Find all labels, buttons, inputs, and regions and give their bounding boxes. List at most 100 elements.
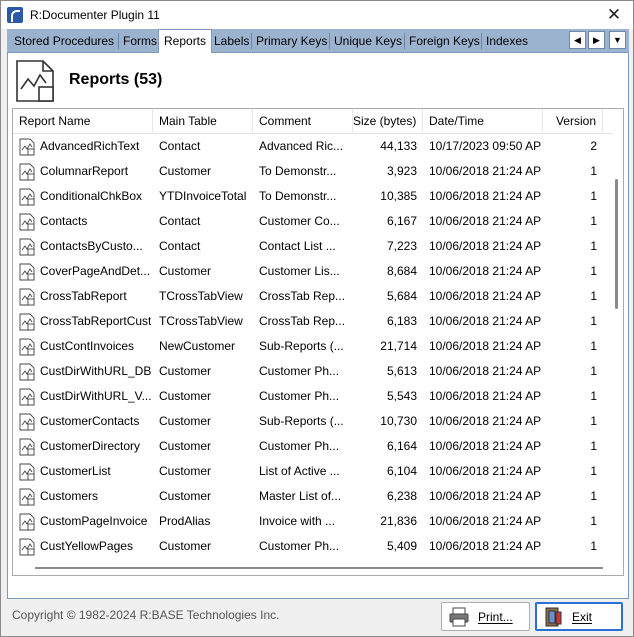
table-row[interactable]: CustomerList Customer List of Active ... 6,…	[13, 459, 613, 484]
column-header-size[interactable]: Size (bytes)	[353, 109, 423, 134]
tab-foreign-keys[interactable]: Foreign Keys	[404, 31, 485, 52]
cell-main-table: Customer	[159, 364, 212, 378]
table-row[interactable]: ContactsByCusto... Contact Contact List ..…	[13, 234, 613, 259]
section-title: Reports (53)	[69, 71, 163, 88]
cell-comment: Invoice with ...	[259, 514, 336, 528]
cell-report-name: CustomerList	[40, 464, 111, 478]
table-row[interactable]: CustomerDirectory Customer Customer Ph... 6…	[13, 434, 613, 459]
cell-date-time: 10/06/2018 21:24 AP	[429, 164, 542, 178]
report-chart-icon	[16, 60, 54, 102]
tab-indexes[interactable]: Indexes	[481, 31, 533, 52]
table-row[interactable]: ColumnarReport Customer To Demonstr... 3,92…	[13, 159, 613, 184]
cell-size: 3,923	[386, 164, 417, 178]
cell-version: 1	[590, 164, 597, 178]
cell-comment: To Demonstr...	[259, 164, 337, 178]
cell-main-table: TCrossTabView	[159, 289, 243, 303]
exit-button[interactable]: Exit	[535, 602, 623, 631]
report-chart-icon	[19, 213, 35, 231]
vertical-scrollbar-thumb[interactable]	[615, 179, 618, 309]
cell-comment: Sub-Reports (...	[259, 414, 344, 428]
cell-report-name: CustomerContacts	[40, 414, 140, 428]
window-title: R:Documenter Plugin 11	[30, 8, 160, 22]
cell-report-name: CustomerDirectory	[40, 439, 141, 453]
table-row[interactable]: CustDirWithURL_DB Customer Customer Ph... 5…	[13, 359, 613, 384]
cell-comment: CrossTab Rep...	[259, 289, 346, 303]
cell-date-time: 10/06/2018 21:24 AP	[429, 414, 542, 428]
cell-version: 2	[590, 139, 597, 153]
cell-main-table: Customer	[159, 414, 212, 428]
table-row[interactable]: ConditionalChkBox YTDInvoiceTotal To Demon…	[13, 184, 613, 209]
cell-comment: Customer Co...	[259, 214, 340, 228]
cell-size: 21,836	[380, 514, 417, 528]
table-row[interactable]: CustomPageInvoice ProdAlias Invoice with .…	[13, 509, 613, 534]
tab-stored-procedures[interactable]: Stored Procedures	[9, 31, 119, 52]
table-row[interactable]: CustYellowPages Customer Customer Ph... 5,4…	[13, 534, 613, 559]
report-chart-icon	[19, 488, 35, 506]
main-window: R:Documenter Plugin 11 ✕ Stored Procedur…	[0, 0, 634, 637]
table-row[interactable]: CrossTabReportCust TCrossTabView CrossTab …	[13, 309, 613, 334]
cell-size: 6,167	[386, 214, 417, 228]
cell-comment: CrossTab Rep...	[259, 314, 346, 328]
cell-report-name: CrossTabReport	[40, 289, 127, 303]
tab-labels[interactable]: Labels	[209, 31, 254, 52]
column-header-main-table[interactable]: Main Table	[153, 109, 253, 134]
tab-unique-keys[interactable]: Unique Keys	[329, 31, 407, 52]
cell-report-name: ContactsByCusto...	[40, 239, 143, 253]
reports-grid[interactable]: Report Name Main Table Comment Size (byt…	[12, 108, 624, 576]
cell-main-table: TCrossTabView	[159, 314, 243, 328]
cell-version: 1	[590, 264, 597, 278]
cell-comment: Sub-Reports (...	[259, 339, 344, 353]
report-chart-icon	[19, 238, 35, 256]
tab-primary-keys[interactable]: Primary Keys	[251, 31, 332, 52]
table-row[interactable]: Contacts Contact Customer Co... 6,167 10/06/…	[13, 209, 613, 234]
cell-main-table: Customer	[159, 539, 212, 553]
cell-report-name: CustDirWithURL_V...	[40, 389, 151, 403]
cell-main-table: Contact	[159, 239, 201, 253]
table-row[interactable]: CustContInvoices NewCustomer Sub-Reports (…	[13, 334, 613, 359]
table-row[interactable]: Customers Customer Master List of... 6,238 1…	[13, 484, 613, 509]
cell-date-time: 10/06/2018 21:24 AP	[429, 214, 542, 228]
cell-size: 10,385	[380, 189, 417, 203]
report-chart-icon	[19, 463, 35, 481]
horizontal-scrollbar-thumb[interactable]	[35, 567, 603, 569]
column-header-report-name[interactable]: Report Name	[13, 109, 153, 134]
close-button[interactable]: ✕	[605, 6, 623, 24]
table-row[interactable]: AdvancedRichText Contact Advanced Ric... 44…	[13, 134, 613, 159]
print-button[interactable]: Print...	[441, 602, 530, 631]
column-header-version[interactable]: Version	[543, 109, 603, 134]
tab-scroll-left-button[interactable]: ◀	[569, 31, 586, 49]
cell-comment: To Demonstr...	[259, 189, 337, 203]
report-chart-icon	[19, 288, 35, 306]
tab-scroll-right-button[interactable]: ▶	[588, 31, 605, 49]
tab-list-dropdown-button[interactable]: ▼	[609, 31, 626, 49]
table-row[interactable]: CrossTabReport TCrossTabView CrossTab Rep.…	[13, 284, 613, 309]
cell-comment: Advanced Ric...	[259, 139, 344, 153]
cell-size: 6,238	[386, 489, 417, 503]
cell-version: 1	[590, 514, 597, 528]
column-header-comment[interactable]: Comment	[253, 109, 353, 134]
cell-version: 1	[590, 239, 597, 253]
tab-reports[interactable]: Reports	[158, 29, 213, 53]
cell-main-table: Customer	[159, 264, 212, 278]
cell-size: 6,164	[386, 439, 417, 453]
cell-main-table: YTDInvoiceTotal	[159, 189, 247, 203]
cell-version: 1	[590, 414, 597, 428]
cell-report-name: CrossTabReportCust	[40, 314, 151, 328]
cell-main-table: Contact	[159, 214, 201, 228]
cell-size: 5,613	[386, 364, 417, 378]
report-chart-icon	[19, 138, 35, 156]
cell-comment: Customer Lis...	[259, 264, 340, 278]
table-row[interactable]: CustomerContacts Customer Sub-Reports (...…	[13, 409, 613, 434]
column-header-date-time[interactable]: Date/Time	[423, 109, 543, 134]
table-row[interactable]: CoverPageAndDet... Customer Customer Lis..…	[13, 259, 613, 284]
cell-date-time: 10/06/2018 21:24 AP	[429, 439, 542, 453]
cell-size: 5,543	[386, 389, 417, 403]
grid-header: Report Name Main Table Comment Size (byt…	[13, 109, 613, 134]
table-row[interactable]: CustDirWithURL_V... Customer Customer Ph..…	[13, 384, 613, 409]
report-chart-icon	[19, 163, 35, 181]
tab-forms[interactable]: Forms	[118, 31, 162, 52]
cell-date-time: 10/06/2018 21:24 AP	[429, 514, 542, 528]
cell-version: 1	[590, 489, 597, 503]
cell-version: 1	[590, 539, 597, 553]
cell-main-table: Customer	[159, 489, 212, 503]
